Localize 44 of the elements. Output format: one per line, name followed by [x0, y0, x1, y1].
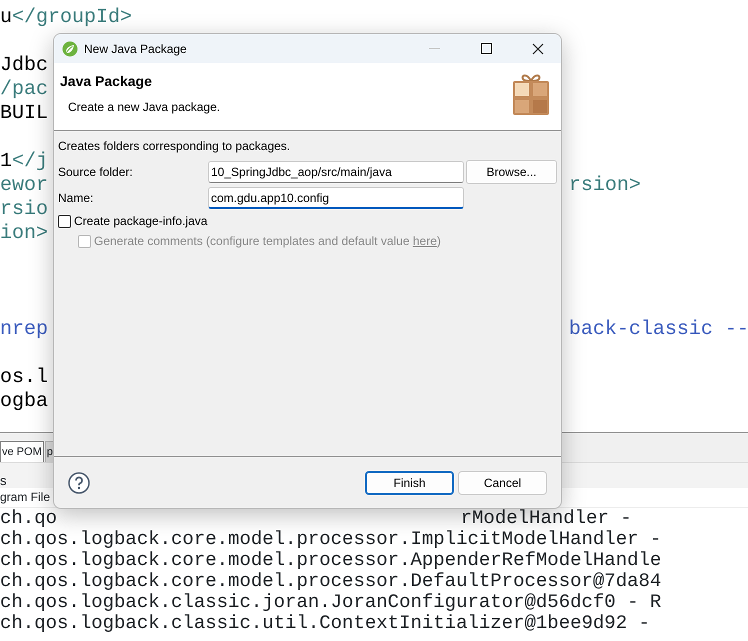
code-text: 1 [0, 150, 12, 173]
banner-description: Create a new Java package. [68, 99, 220, 116]
checkbox-label: Create package-info.java [74, 213, 208, 230]
field-label: Name: [58, 190, 94, 207]
checkbox-label: Generate comments (configure templates and default value here) [94, 233, 441, 250]
info-text: Creates folders corresponding to packages. [58, 138, 292, 155]
dialog-button[interactable]: Finish [365, 470, 454, 494]
console-line: ch.qos.logback.core.model.processor.AppenderRefModelHandle [0, 550, 662, 571]
code-text: /pac [0, 78, 48, 101]
code-text: rsion> [568, 174, 642, 198]
banner-title: Java Package [60, 72, 153, 91]
console-line: rModelHandler - [460, 508, 633, 529]
code-text: </groupId> [12, 6, 132, 29]
code-text: </j [12, 150, 48, 173]
editor-tab[interactable]: p [44, 440, 55, 462]
console-line: ch.qo [0, 508, 58, 529]
text-field[interactable]: 10_SpringJdbc_aop/src/main/java [208, 161, 464, 183]
console-tab[interactable]: s [0, 473, 6, 488]
help-icon[interactable] [68, 472, 90, 494]
dialog-button[interactable]: Cancel [458, 470, 547, 494]
text-field[interactable]: com.gdu.app10.config [208, 187, 464, 209]
code-text: BUIL [0, 102, 48, 125]
checkbox[interactable] [58, 214, 71, 228]
console-header: gram File [0, 490, 50, 504]
code-text: ewor [0, 174, 48, 197]
code-text: rsio [0, 198, 48, 221]
code-text: back-classic -- [568, 318, 748, 342]
code-text: ogba [0, 390, 48, 413]
browse-button[interactable]: Browse... [466, 160, 557, 184]
code-text: os.l [0, 366, 48, 389]
dialog-title: New Java Package [84, 40, 188, 58]
leaf-logo-icon [62, 40, 78, 56]
code-text: nrep [0, 318, 48, 341]
console-line: ch.qos.logback.classic.joran.JoranConfigurator@d56dcf0 - R [0, 592, 662, 613]
console-line: ch.qos.logback.core.model.processor.ImplicitModelHandler - [0, 529, 662, 550]
maximize-icon[interactable] [480, 43, 492, 54]
editor-tab[interactable]: ve POM [0, 440, 44, 462]
code-text: ion> [0, 222, 48, 245]
code-text: u [0, 6, 12, 29]
console-line: ch.qos.logback.classic.util.ContextInitializer@1bee9d92 - [0, 613, 651, 634]
field-label: Source folder: [58, 164, 134, 181]
close-icon[interactable] [532, 42, 544, 54]
code-text: Jdbc [0, 54, 48, 77]
console-line: ch.qos.logback.core.model.processor.DefaultProcessor@7da84 [0, 571, 662, 592]
